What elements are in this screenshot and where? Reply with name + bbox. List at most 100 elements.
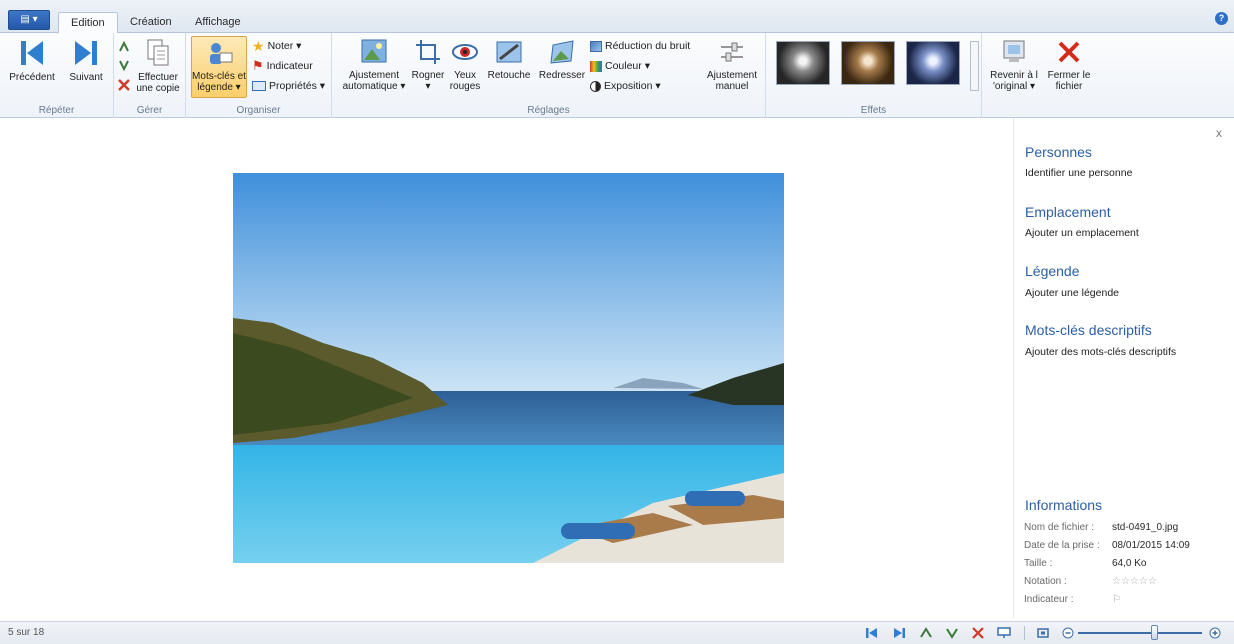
delete-icon[interactable] [117,78,131,92]
flag-button[interactable]: ⚑ Indicateur [252,59,313,73]
status-bar: 5 sur 18 [0,621,1234,644]
add-location-link[interactable]: Ajouter un emplacement [1025,227,1139,239]
crop-button[interactable]: Rogner ▾ [410,37,446,92]
info-key: Nom de fichier : [1024,522,1095,533]
group-effects: Effets [766,33,982,118]
noise-reduction-button[interactable]: Réduction du bruit [590,39,690,53]
group-repeat: Précédent Suivant Répéter [0,33,114,118]
info-key: Indicateur : [1024,594,1074,605]
infinity-pool-photo [233,173,784,563]
retouch-label: Retouche [487,70,531,81]
manual-adjust-button[interactable]: Ajustement manuel [702,37,762,92]
info-heading: Informations [1025,497,1103,513]
previous-button[interactable]: Précédent [6,37,58,83]
rating-stars[interactable]: ☆☆☆☆☆ [1112,576,1157,587]
photo-counter: 5 sur 18 [8,627,45,638]
app-menu-button[interactable]: ▤ ▾ [8,10,50,30]
tab-edition[interactable]: Edition [58,12,118,34]
color-button[interactable]: Couleur ▾ [590,59,650,73]
info-row-size: Taille : 64,0 Ko [1024,558,1224,569]
flag-toggle[interactable]: ⚐ [1112,594,1121,605]
exposure-icon [590,80,601,92]
red-eye-button[interactable]: Yeux rouges [446,37,484,92]
tab-affichage[interactable]: Affichage [183,12,253,33]
previous-icon [21,41,43,65]
color-label: Couleur ▾ [605,60,650,72]
info-row-flag: Indicateur : ⚐ [1024,594,1224,605]
red-eye-icon [452,44,478,60]
auto-adjust-label-1: Ajustement [348,70,400,81]
noise-reduction-label: Réduction du bruit [605,40,691,52]
noise-reduction-icon [590,40,602,52]
exposure-label: Exposition ▾ [604,80,661,92]
group-organize-label: Organiser [236,105,281,116]
auto-adjust-button[interactable]: Ajustement automatique ▾ [342,37,406,92]
help-icon[interactable]: ? [1215,12,1228,25]
people-heading: Personnes [1025,144,1092,160]
straighten-button[interactable]: Redresser [536,37,588,81]
info-value: 64,0 Ko [1112,558,1147,569]
copy-button[interactable]: Effectuer une copie [132,37,184,94]
properties-icon [252,81,266,92]
zoom-out-icon[interactable] [1061,627,1075,641]
group-repeat-label: Répéter [38,105,75,116]
effects-gallery-scroll[interactable] [970,41,979,91]
identify-person-link[interactable]: Identifier une personne [1025,167,1132,179]
rate-label: Noter ▾ [267,40,302,52]
crop-label-2: ▾ [425,81,431,92]
properties-label: Propriétés ▾ [269,80,326,92]
crop-label-1: Rogner [411,70,445,81]
slideshow-icon[interactable] [997,627,1011,639]
effect-sepia[interactable] [841,41,895,85]
revert-button[interactable]: Revenir à l 'original ▾ [988,37,1040,92]
add-caption-link[interactable]: Ajouter une légende [1025,287,1119,299]
auto-adjust-label-2: automatique ▾ [342,81,406,92]
zoom-slider-track[interactable] [1078,632,1202,634]
rotate-left-icon[interactable] [117,40,131,54]
fit-window-icon[interactable] [1036,627,1050,639]
group-adjust: Ajustement automatique ▾ Rogner ▾ Yeux r… [332,33,766,118]
tab-creation[interactable]: Création [118,12,184,33]
info-row-rating: Notation : ☆☆☆☆☆ [1024,576,1224,587]
retouch-icon [496,41,522,63]
group-manage: Effectuer une copie Gérer [114,33,186,118]
next-icon[interactable] [892,627,906,639]
info-key: Date de la prise : [1024,540,1100,551]
manual-adjust-label-1: Ajustement [706,70,758,81]
close-panel-button[interactable]: x [1216,126,1222,140]
group-adjust-label: Réglages [527,105,570,116]
tag-person-icon [210,43,233,64]
location-heading: Emplacement [1025,204,1111,220]
keywords-caption-button[interactable]: Mots-clés et légende ▾ [191,36,247,98]
zoom-slider-thumb[interactable] [1151,625,1158,640]
close-file-button[interactable]: Fermer le fichier [1044,37,1094,92]
effect-cyan[interactable] [906,41,960,85]
previous-label: Précédent [9,72,55,83]
color-icon [590,60,602,72]
close-file-icon [1058,41,1080,63]
straighten-icon [550,40,574,64]
exposure-button[interactable]: Exposition ▾ [590,79,661,93]
copy-icon [147,39,169,66]
rotate-left-icon[interactable] [919,627,933,639]
group-organize: Mots-clés et légende ▾ ★ Noter ▾ ⚑ Indicat… [186,33,332,118]
zoom-in-icon[interactable] [1208,627,1222,641]
info-row-date: Date de la prise : 08/01/2015 14:09 [1024,540,1224,551]
tags-heading: Mots-clés descriptifs [1025,322,1152,338]
flag-label: Indicateur [266,60,313,72]
red-eye-label-2: rouges [449,81,481,92]
rate-button[interactable]: ★ Noter ▾ [252,39,301,53]
info-row-filename: Nom de fichier : std-0491_0.jpg [1024,522,1224,533]
sliders-icon [721,42,743,62]
next-button[interactable]: Suivant [62,37,110,83]
rotate-right-icon[interactable] [117,58,131,72]
previous-icon[interactable] [865,627,879,639]
revert-label-2: 'original ▾ [993,81,1035,92]
delete-icon[interactable] [971,627,985,639]
keywords-label-2: légende ▾ [197,82,241,93]
rotate-right-icon[interactable] [945,627,959,639]
add-tags-link[interactable]: Ajouter des mots-clés descriptifs [1025,346,1176,358]
properties-button[interactable]: Propriétés ▾ [252,79,325,93]
retouch-button[interactable]: Retouche [484,37,534,81]
effect-black-white[interactable] [776,41,830,85]
